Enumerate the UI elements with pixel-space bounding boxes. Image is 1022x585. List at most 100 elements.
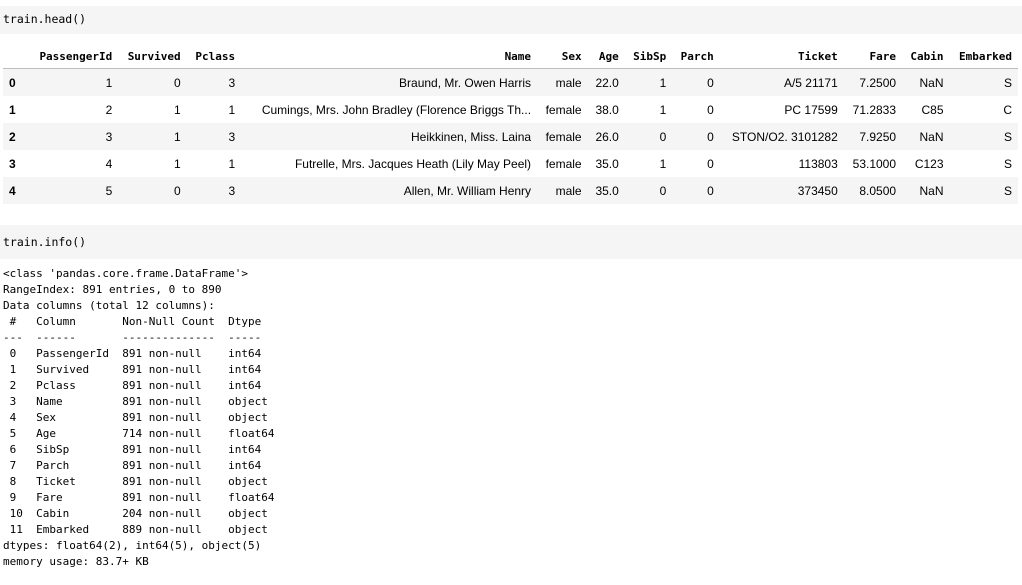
table-row: 2 3 1 3 Heikkinen, Miss. Laina female 26…: [3, 123, 1018, 150]
table-cell: 0: [173, 75, 181, 90]
table-row: 0 1 0 3 Braund, Mr. Owen Harris male 22.…: [3, 68, 1018, 96]
row-index: 1: [9, 102, 16, 117]
table-cell: 1: [659, 156, 667, 171]
column-header: Pclass: [186, 44, 242, 69]
output-line: RangeIndex: 891 entries, 0 to 890: [3, 283, 222, 296]
column-header: Embarked: [949, 44, 1018, 69]
output-line: 2 Pclass 891 non-null int64: [3, 379, 275, 392]
output-line: 1 Survived 891 non-null int64: [3, 363, 275, 376]
table-cell: Braund, Mr. Owen Harris: [399, 75, 532, 90]
table-cell: 0: [707, 183, 714, 198]
output-line: 8 Ticket 891 non-null object: [3, 475, 275, 488]
code-cell-head[interactable]: train.head(): [0, 6, 1022, 34]
table-cell: 0: [659, 183, 667, 198]
table-cell: 7.2500: [859, 75, 897, 90]
table-cell: 26.0: [595, 129, 619, 144]
output-line: memory usage: 83.7+ KB: [3, 555, 149, 568]
table-row: 3 4 1 1 Futrelle, Mrs. Jacques Heath (Li…: [3, 150, 1018, 177]
column-header: Fare: [843, 44, 903, 69]
column-header: Age: [587, 44, 625, 69]
table-row: 1 2 1 1 Cumings, Mrs. John Bradley (Flor…: [3, 96, 1018, 123]
row-index: 4: [9, 183, 16, 198]
column-header: PassengerId: [29, 44, 119, 69]
table-cell: S: [1003, 75, 1012, 90]
output-line: Data columns (total 12 columns):: [3, 299, 215, 312]
output-line: 3 Name 891 non-null object: [3, 395, 275, 408]
table-cell: 0: [659, 129, 667, 144]
table-header-row: PassengerId Survived Pclass Name Sex Age…: [3, 44, 1018, 69]
table-cell: female: [545, 102, 582, 117]
table-cell: 1: [173, 129, 181, 144]
output-line: 9 Fare 891 non-null float64: [3, 491, 275, 504]
table-cell: C85: [921, 102, 944, 117]
output-line: 5 Age 714 non-null float64: [3, 427, 275, 440]
output-line: 11 Embarked 889 non-null object: [3, 523, 275, 536]
table-cell: 5: [105, 183, 113, 198]
column-header: Name: [241, 44, 538, 69]
code-text: train.info(): [3, 235, 87, 249]
output-line: # Column Non-Null Count Dtype: [3, 315, 275, 328]
output-line: 10 Cabin 204 non-null object: [3, 507, 275, 520]
column-header: SibSp: [624, 44, 673, 69]
table-cell: C123: [914, 156, 944, 171]
code-text: train.head(): [3, 12, 87, 26]
column-header: Sex: [537, 44, 588, 69]
table-cell: Futrelle, Mrs. Jacques Heath (Lily May P…: [294, 156, 532, 171]
table-cell: NaN: [919, 129, 944, 144]
code-cell-info[interactable]: train.info(): [0, 225, 1022, 259]
table-cell: 35.0: [595, 156, 619, 171]
info-output: <class 'pandas.core.frame.DataFrame'> Ra…: [3, 266, 275, 570]
table-cell: Allen, Mr. William Henry: [403, 183, 532, 198]
table-cell: female: [545, 156, 582, 171]
index-header: [3, 44, 29, 69]
table-cell: 3: [228, 183, 236, 198]
table-cell: 38.0: [595, 102, 619, 117]
output-line: dtypes: float64(2), int64(5), object(5): [3, 539, 262, 552]
table-cell: STON/O2. 3101282: [731, 129, 838, 144]
output-line: 6 SibSp 891 non-null int64: [3, 443, 275, 456]
table-cell: 35.0: [595, 183, 619, 198]
table-cell: 2: [105, 102, 113, 117]
table-cell: A/5 21171: [783, 75, 838, 90]
table-cell: C: [1003, 102, 1012, 117]
table-cell: 3: [105, 129, 113, 144]
table-cell: male: [555, 75, 582, 90]
row-index: 0: [9, 75, 16, 90]
table-cell: NaN: [919, 75, 944, 90]
table-cell: 3: [228, 75, 236, 90]
table-cell: 0: [707, 129, 714, 144]
table-cell: 53.1000: [852, 156, 897, 171]
column-header: Ticket: [719, 44, 844, 69]
table-cell: 71.2833: [852, 102, 897, 117]
row-index: 3: [9, 156, 16, 171]
table-cell: S: [1003, 156, 1012, 171]
table-cell: 1: [173, 102, 181, 117]
table-cell: 1: [659, 102, 667, 117]
table-cell: Cumings, Mrs. John Bradley (Florence Bri…: [261, 102, 532, 117]
table-cell: 0: [707, 156, 714, 171]
table-cell: 1: [173, 156, 181, 171]
table-cell: 0: [707, 75, 714, 90]
table-cell: male: [555, 183, 582, 198]
table-cell: 8.0500: [859, 183, 897, 198]
dataframe-table: PassengerId Survived Pclass Name Sex Age…: [3, 44, 1018, 204]
table-cell: 1: [659, 75, 667, 90]
table-cell: 3: [228, 129, 236, 144]
table-cell: S: [1003, 183, 1012, 198]
table-cell: 1: [105, 75, 113, 90]
column-header: Cabin: [902, 44, 950, 69]
column-header: Parch: [672, 44, 720, 69]
table-row: 4 5 0 3 Allen, Mr. William Henry male 35…: [3, 177, 1018, 204]
table-cell: 1: [228, 156, 236, 171]
output-line: 4 Sex 891 non-null object: [3, 411, 275, 424]
output-line: <class 'pandas.core.frame.DataFrame'>: [3, 267, 249, 280]
output-line: 7 Parch 891 non-null int64: [3, 459, 275, 472]
row-index: 2: [9, 129, 16, 144]
table-cell: 22.0: [595, 75, 619, 90]
table-cell: female: [545, 129, 582, 144]
table-cell: 4: [105, 156, 113, 171]
table-cell: 0: [707, 102, 714, 117]
table-cell: 113803: [798, 156, 838, 171]
table-cell: NaN: [919, 183, 944, 198]
table-cell: 1: [228, 102, 236, 117]
